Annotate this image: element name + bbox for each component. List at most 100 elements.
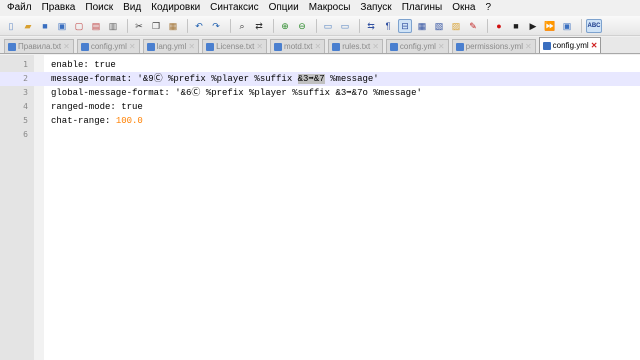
tab-close-icon[interactable]: ✕ (256, 42, 263, 51)
tab-bar: Правила.txt ✕ config.yml ✕ lang.yml ✕ License.… (0, 37, 640, 54)
tab-close-icon[interactable]: ✕ (129, 42, 136, 51)
run-macro-multiple-icon[interactable]: ⏩ (543, 19, 557, 33)
tab-4[interactable]: motd.txt ✕ (270, 39, 326, 53)
close-all-icon[interactable]: ▤ (89, 19, 103, 33)
code-line[interactable]: 5 chat-range: 100.0 (0, 114, 640, 128)
code-line[interactable]: 1 enable: true (0, 58, 640, 72)
tab-close-icon[interactable]: ✕ (438, 42, 445, 51)
folder-workspace-icon[interactable]: ▨ (449, 19, 463, 33)
find-icon[interactable]: ⌕ (235, 19, 249, 33)
tab-7[interactable]: permissions.yml ✕ (451, 39, 536, 53)
menu-item-2[interactable]: Поиск (80, 0, 118, 16)
file-icon (542, 41, 551, 50)
file-icon (146, 42, 155, 51)
tab-label: rules.txt (342, 42, 371, 51)
tab-3[interactable]: License.txt ✕ (202, 39, 268, 53)
file-icon (389, 42, 398, 51)
menu-item-11[interactable]: ? (480, 0, 496, 16)
toolbar-separator (316, 18, 317, 33)
cut-icon[interactable]: ✂ (132, 19, 146, 33)
menu-item-5[interactable]: Синтаксис (205, 0, 263, 16)
tab-close-icon[interactable]: ✕ (314, 42, 321, 51)
tab-2[interactable]: lang.yml ✕ (142, 39, 200, 53)
menu-item-1[interactable]: Правка (37, 0, 81, 16)
playback-macro-icon[interactable]: ▶ (526, 19, 540, 33)
redo-icon[interactable]: ↷ (209, 19, 223, 33)
show-all-chars-icon[interactable]: ¶ (381, 19, 395, 33)
indent-guide-icon[interactable]: ⊟ (398, 18, 412, 33)
new-file-icon[interactable]: ▯ (4, 19, 18, 33)
tab-close-icon[interactable]: ✕ (372, 42, 379, 51)
code-text: enable: true (51, 58, 116, 72)
code-token: enable: true (51, 60, 116, 70)
menu-item-6[interactable]: Опции (264, 0, 304, 16)
close-icon[interactable]: ▢ (72, 19, 86, 33)
line-number: 1 (23, 60, 28, 69)
menu-item-9[interactable]: Плагины (397, 0, 448, 16)
code-token: %message' (324, 74, 379, 84)
tab-0[interactable]: Правила.txt ✕ (4, 39, 74, 53)
print-icon[interactable]: ▥ (106, 19, 120, 33)
replace-icon[interactable]: ⇄ (252, 19, 266, 33)
menu-item-8[interactable]: Запуск (355, 0, 396, 16)
line-number: 5 (23, 116, 28, 125)
file-icon (455, 42, 464, 51)
code-text: ranged-mode: true (51, 100, 143, 114)
zoom-out-icon[interactable]: ⊖ (295, 19, 309, 33)
menu-bar: Файл Правка Поиск Вид Кодировки Синтаксис Опци… (0, 0, 640, 16)
file-icon (332, 42, 341, 51)
sync-horizontal-icon[interactable]: ▭ (338, 19, 352, 33)
file-icon (206, 42, 215, 51)
file-icon (80, 42, 89, 51)
tab-8[interactable]: config.yml ✕ (538, 37, 602, 53)
save-all-icon[interactable]: ▣ (55, 19, 69, 33)
editor[interactable]: 1 enable: true 2 message-format: '&9Ⓒ %pref… (0, 55, 640, 360)
menu-item-0[interactable]: Файл (2, 0, 37, 16)
tab-close-icon[interactable]: ✕ (525, 42, 532, 51)
tab-close-icon[interactable]: ✕ (188, 42, 195, 51)
menu-item-3[interactable]: Вид (118, 0, 146, 16)
menu-item-4[interactable]: Кодировки (146, 0, 205, 16)
undo-icon[interactable]: ↶ (192, 19, 206, 33)
tab-label: permissions.yml (465, 42, 523, 51)
toolbar-separator (581, 18, 582, 33)
code-text: chat-range: 100.0 (51, 114, 143, 128)
sync-vertical-icon[interactable]: ▭ (321, 19, 335, 33)
toolbar-separator (230, 18, 231, 33)
menu-item-10[interactable]: Окна (447, 0, 480, 16)
code-line[interactable]: 4 ranged-mode: true (0, 100, 640, 114)
function-list-icon[interactable]: ▧ (432, 19, 446, 33)
tab-close-icon[interactable]: ✕ (591, 41, 598, 50)
spell-check-icon[interactable]: ABC (586, 18, 602, 33)
tab-1[interactable]: config.yml ✕ (76, 39, 140, 53)
menu-item-7[interactable]: Макросы (304, 0, 356, 16)
line-number: 2 (23, 74, 28, 83)
paste-icon[interactable]: ▦ (166, 19, 180, 33)
monitoring-icon[interactable]: ✎ (466, 19, 480, 33)
record-macro-icon[interactable]: ● (492, 19, 506, 33)
selected-text: &3➡&7 (297, 74, 325, 84)
document-map-icon[interactable]: ▦ (415, 19, 429, 33)
file-icon (8, 42, 16, 51)
toolbar-separator (273, 18, 274, 33)
code-line[interactable]: 2 message-format: '&9Ⓒ %prefix %player %s… (0, 72, 640, 86)
tab-6[interactable]: config.yml ✕ (385, 39, 449, 53)
tab-close-icon[interactable]: ✕ (63, 42, 70, 51)
open-file-icon[interactable]: ▰ (21, 19, 35, 33)
tab-5[interactable]: rules.txt ✕ (328, 39, 383, 53)
tab-label: Правила.txt (18, 42, 62, 51)
copy-icon[interactable]: ❐ (149, 19, 163, 33)
line-number: 3 (23, 88, 28, 97)
code-line[interactable]: 3 global-message-format: '&6Ⓒ %prefix %pl… (0, 86, 640, 100)
word-wrap-icon[interactable]: ⇆ (364, 19, 378, 33)
save-icon[interactable]: ■ (38, 19, 52, 33)
zoom-in-icon[interactable]: ⊕ (278, 19, 292, 33)
code-text: global-message-format: '&6Ⓒ %prefix %pla… (51, 86, 422, 100)
code-line[interactable]: 6 (0, 128, 640, 142)
code-token: chat-range: (51, 116, 116, 126)
save-macro-icon[interactable]: ▣ (560, 19, 574, 33)
stop-record-icon[interactable]: ■ (509, 19, 523, 33)
file-icon (274, 42, 283, 51)
toolbar: ▯ ▰ ■ ▣ ▢ ▤ ▥ ✂ ❐ ▦ ↶ ↷ ⌕ ⇄ ⊕ ⊖ ▭ ▭ ⇆ ¶ ⊟ ▦ ▧ ▨ ✎ ● ■ ▶ ⏩ ▣ ABC (0, 16, 640, 36)
number-token: 100.0 (115, 116, 143, 126)
